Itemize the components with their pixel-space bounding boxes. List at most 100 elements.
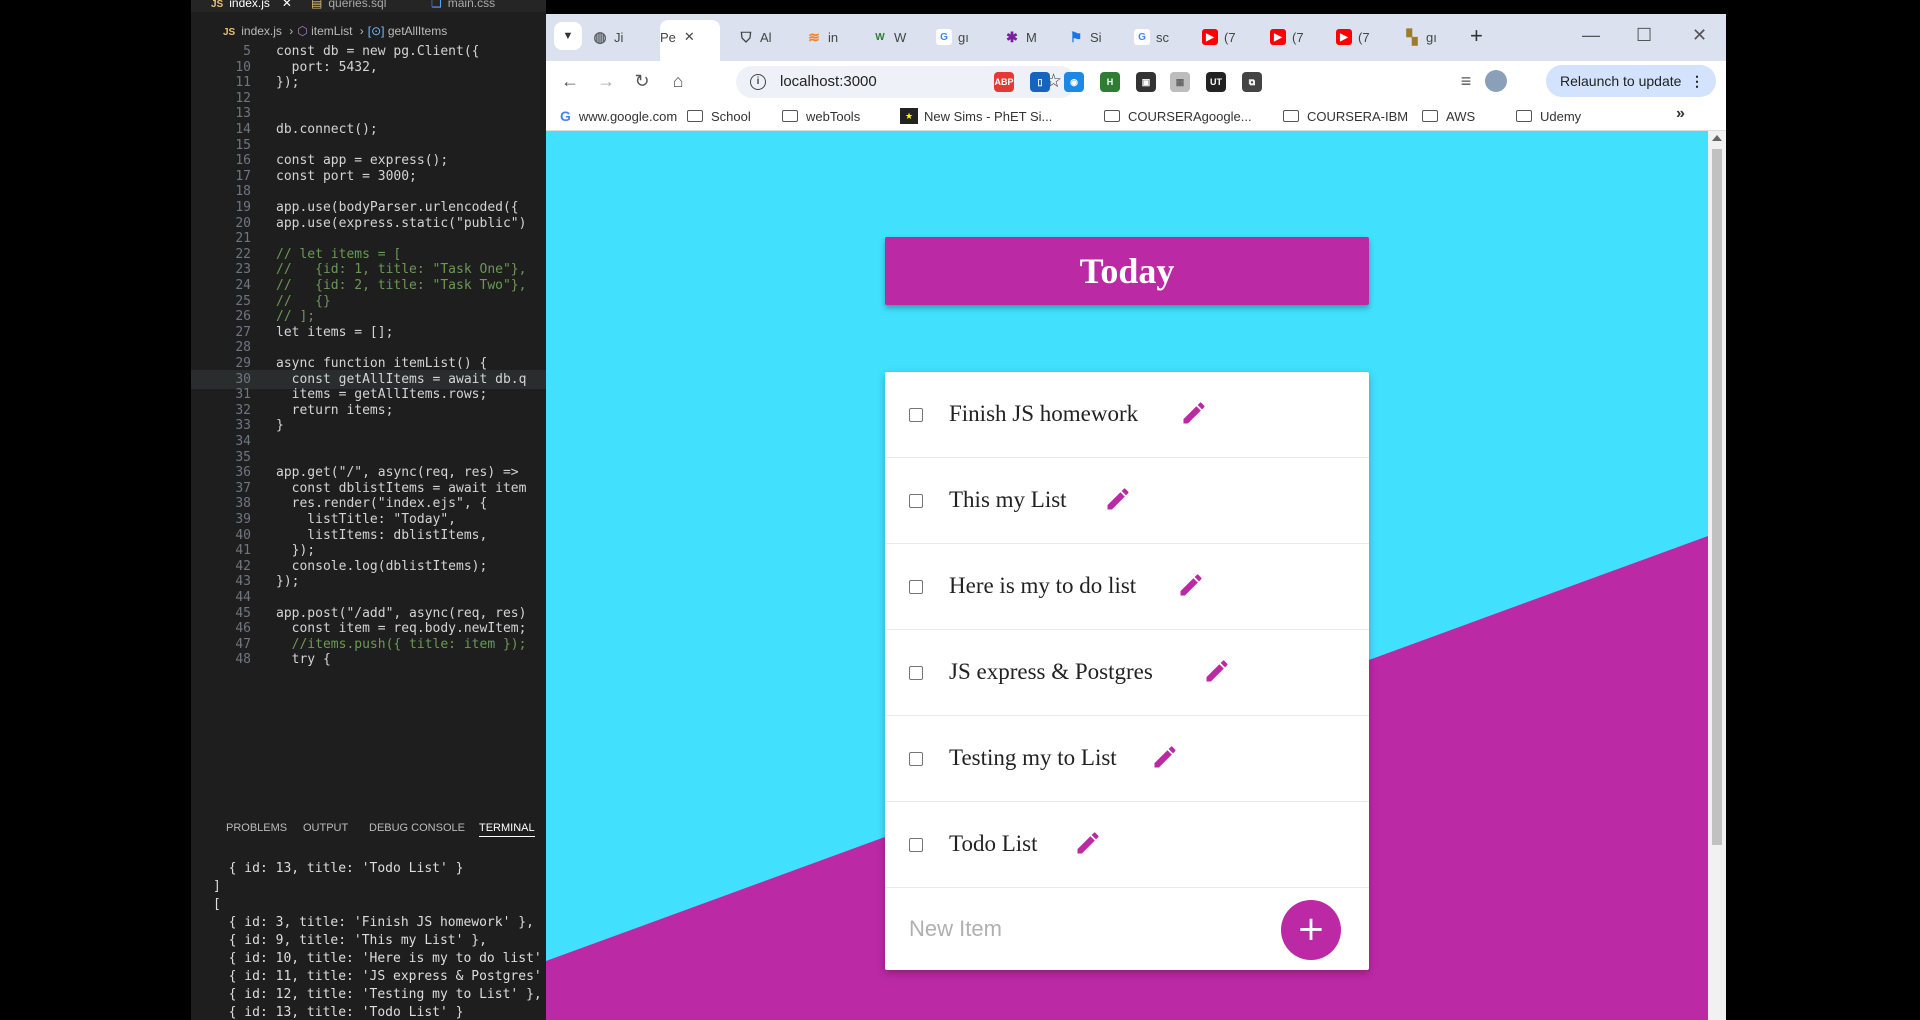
folder-icon: [687, 110, 703, 122]
edit-pencil-icon[interactable]: [1074, 829, 1102, 857]
browser-tab[interactable]: ✱ M: [1004, 24, 1062, 50]
browser-tab-label: sc: [1156, 29, 1169, 45]
browser-tab-label: W: [894, 29, 907, 45]
maximize-icon[interactable]: ☐: [1636, 22, 1652, 48]
minimize-icon[interactable]: —: [1582, 22, 1600, 48]
breadcrumb-variable[interactable]: getAllItems: [388, 24, 447, 38]
todo-checkbox[interactable]: [909, 752, 923, 766]
bookmark-google[interactable]: Gwww.google.com: [560, 106, 677, 126]
terminal-line: { id: 9, title: 'This my List' },: [213, 933, 487, 948]
browser-tab[interactable]: ▶ (7: [1202, 24, 1260, 50]
bookmark-phet[interactable]: ★ New Sims - PhET Si...: [900, 106, 1052, 126]
browser-tab[interactable]: WW: [872, 24, 930, 50]
browser-tab[interactable]: ⛉ Al: [738, 24, 796, 50]
new-tab-button[interactable]: +: [1470, 24, 1483, 48]
circle-ext-icon[interactable]: ◉: [1064, 72, 1084, 92]
scroll-up-arrow-icon[interactable]: [1712, 135, 1722, 141]
relaunch-button[interactable]: Relaunch to update ⋮: [1546, 65, 1716, 97]
terminal-line: [: [213, 897, 221, 912]
address-bar[interactable]: i localhost:3000 ☆: [736, 66, 1076, 98]
terminal[interactable]: { id: 13, title: 'Todo List' }] [ { id: 3…: [191, 860, 546, 1020]
panel-tab-terminal[interactable]: TERMINAL: [479, 822, 535, 837]
edit-pencil-icon[interactable]: [1177, 571, 1205, 599]
browser-tab-label: gı: [1426, 29, 1437, 45]
page-scrollbar[interactable]: [1708, 131, 1726, 1020]
edit-pencil-icon[interactable]: [1203, 657, 1231, 685]
browser-tab[interactable]: ▚ gı: [1404, 24, 1462, 50]
browser-tab[interactable]: ▶ (7: [1336, 24, 1394, 50]
home-button[interactable]: ⌂: [664, 67, 692, 95]
code-editor[interactable]: 5 const db = new pg.Client({10 port: 5432…: [191, 42, 546, 806]
youtube-icon: ▶: [1336, 29, 1352, 45]
tab-strip: ▼ ◍ Ji Pe ✕ ⛉ Al ≋ in W W Ggı ✱ M ⚑ Si Gsc ▶ (7 ▶ (7 ▶ (7 ▚ gı …: [546, 14, 1726, 61]
screenshot-icon[interactable]: ▣: [1136, 72, 1156, 92]
editor-tab-main-css[interactable]: ❏ main.css: [431, 0, 495, 12]
todo-checkbox[interactable]: [909, 666, 923, 680]
more-menu-icon: ⋮: [1690, 73, 1704, 89]
terminal-line: { id: 11, title: 'JS express & Postgres'…: [213, 969, 546, 984]
editor-tab-queries-sql[interactable]: ▤ queries.sql: [311, 0, 386, 12]
todo-item: JS express & Postgres: [885, 630, 1369, 716]
edit-pencil-icon[interactable]: [1180, 399, 1208, 427]
panel-tab-problems[interactable]: PROBLEMS: [226, 822, 287, 834]
editor-tab-index-js[interactable]: JS index.js ✕: [211, 0, 292, 12]
chevron-down-icon: ▼: [562, 30, 574, 42]
bookmark-udemy[interactable]: Udemy: [1516, 106, 1581, 126]
edit-pencil-icon[interactable]: [1151, 743, 1179, 771]
html-ext-icon[interactable]: H: [1100, 72, 1120, 92]
grid-icon: ▚: [1406, 28, 1418, 45]
globe-icon: ◍: [593, 29, 607, 46]
adblock-icon[interactable]: ABP: [994, 72, 1014, 92]
terminal-line: { id: 12, title: 'Testing my to List' },: [213, 987, 542, 1002]
edit-pencil-icon[interactable]: [1104, 485, 1132, 513]
browser-tab[interactable]: ≋ in: [806, 24, 864, 50]
bookmark-school[interactable]: School: [687, 106, 751, 126]
panel-tabs: PROBLEMS OUTPUT DEBUG CONSOLE TERMINAL: [191, 818, 546, 840]
site-info-icon[interactable]: i: [750, 74, 766, 90]
todo-checkbox[interactable]: [909, 408, 923, 422]
media-control-button[interactable]: ≡: [1452, 67, 1480, 95]
reload-button[interactable]: ↻: [628, 67, 656, 95]
browser-tab[interactable]: Pe ✕: [660, 24, 720, 50]
browser-tab[interactable]: Ggı: [936, 24, 994, 50]
terminal-line: { id: 10, title: 'Here is my to do list'…: [213, 951, 546, 966]
add-item-button[interactable]: +: [1281, 900, 1341, 960]
browser-tab-label: Pe: [660, 29, 676, 45]
forward-button[interactable]: →: [592, 67, 620, 95]
breadcrumb-function[interactable]: itemList: [311, 24, 352, 38]
bookmarks-overflow-icon[interactable]: »: [1676, 105, 1685, 123]
ut-ext-icon[interactable]: UT: [1206, 72, 1226, 92]
bookmark-aws[interactable]: AWS: [1422, 106, 1475, 126]
browser-tab[interactable]: Gsc: [1134, 24, 1192, 50]
breadcrumb-file[interactable]: index.js: [241, 24, 282, 38]
panel-tab-debug-console[interactable]: DEBUG CONSOLE: [369, 822, 465, 834]
browser-tab[interactable]: ▶ (7: [1270, 24, 1328, 50]
browser-tab[interactable]: ⚑ Si: [1068, 24, 1126, 50]
puzzle-icon[interactable]: ⧉: [1242, 72, 1262, 92]
puzzle-icon: ✱: [1006, 28, 1018, 45]
todo-checkbox[interactable]: [909, 580, 923, 594]
todo-item: This my List: [885, 458, 1369, 544]
todo-checkbox[interactable]: [909, 494, 923, 508]
media-icon: ≡: [1460, 70, 1472, 91]
new-item-input[interactable]: [909, 910, 1249, 948]
profile-avatar[interactable]: [1482, 67, 1510, 95]
panel-tab-output[interactable]: OUTPUT: [303, 822, 348, 834]
flag-icon: ⚑: [1069, 28, 1083, 45]
url-text[interactable]: localhost:3000: [780, 73, 877, 90]
tab-search-button[interactable]: ▼: [554, 22, 582, 50]
clipboard-icon[interactable]: ▯: [1030, 72, 1050, 92]
bookmark-coursera-google[interactable]: COURSERAgoogle...: [1104, 106, 1252, 126]
todo-checkbox[interactable]: [909, 838, 923, 852]
code-line[interactable]: 48 try {: [191, 650, 546, 669]
folder-icon: [782, 110, 798, 122]
scrollbar-thumb[interactable]: [1712, 149, 1722, 845]
browser-tab[interactable]: ◍ Ji: [592, 24, 650, 50]
bookmark-webtools[interactable]: webTools: [782, 106, 860, 126]
grid-ext-icon[interactable]: ▦: [1170, 72, 1190, 92]
close-window-icon[interactable]: ✕: [1692, 22, 1707, 48]
list-title: Today: [1079, 251, 1175, 291]
close-tab-icon[interactable]: ✕: [684, 29, 695, 45]
bookmark-coursera-ibm[interactable]: COURSERA-IBM: [1283, 106, 1408, 126]
back-button[interactable]: ←: [556, 67, 584, 95]
